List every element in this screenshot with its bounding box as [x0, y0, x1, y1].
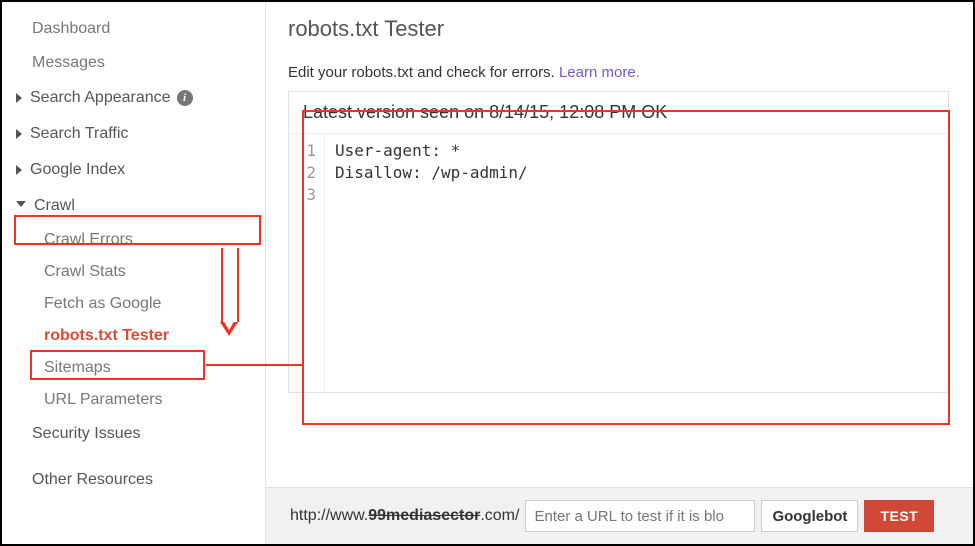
gutter-line: 2 [289, 162, 316, 184]
app-frame: Dashboard Messages Search Appearance i S… [0, 0, 975, 546]
code-content[interactable]: User-agent: *Disallow: /wp-admin/ [325, 134, 948, 392]
sidebar-cat-label: Search Appearance [30, 89, 171, 107]
code-editor[interactable]: 1 2 3 User-agent: *Disallow: /wp-admin/ [289, 134, 948, 392]
page-title: robots.txt Tester [288, 16, 949, 42]
caret-down-icon [16, 201, 26, 212]
code-line: Disallow: /wp-admin/ [335, 162, 938, 184]
sidebar-cat-label: Crawl [34, 197, 75, 215]
status-prefix: Latest version seen on [303, 102, 489, 122]
sidebar-cat-label: Search Traffic [30, 125, 128, 143]
editor-status-bar: Latest version seen on 8/14/15, 12:08 PM… [289, 92, 948, 134]
url-test-input[interactable] [525, 500, 755, 532]
sidebar-item-crawl-stats[interactable]: Crawl Stats [40, 256, 265, 288]
sidebar-cat-google-index[interactable]: Google Index [12, 152, 265, 188]
sidebar-item-sitemaps[interactable]: Sitemaps [40, 352, 265, 384]
sidebar-item-robots-tester[interactable]: robots.txt Tester [40, 320, 265, 352]
test-bar: http://www.99mediasector.com/ Googlebot … [266, 487, 973, 544]
url-redacted: 99mediasector [368, 507, 480, 524]
page-description: Edit your robots.txt and check for error… [288, 64, 949, 81]
caret-right-icon [16, 165, 22, 175]
sidebar-cat-crawl[interactable]: Crawl [12, 188, 265, 224]
status-ok: OK [636, 102, 667, 122]
sidebar: Dashboard Messages Search Appearance i S… [2, 2, 266, 544]
sidebar-cat-label: Google Index [30, 161, 125, 179]
learn-more-link[interactable]: Learn more. [559, 64, 640, 81]
gutter-line: 3 [289, 184, 316, 206]
test-button[interactable]: TEST [864, 500, 934, 532]
crawl-submenu: Crawl Errors Crawl Stats Fetch as Google… [12, 224, 265, 416]
sidebar-item-security-issues[interactable]: Security Issues [12, 416, 265, 452]
caret-right-icon [16, 93, 22, 103]
sidebar-cat-search-appearance[interactable]: Search Appearance i [12, 80, 265, 116]
sidebar-item-messages[interactable]: Messages [12, 46, 265, 80]
sidebar-item-url-parameters[interactable]: URL Parameters [40, 384, 265, 416]
gutter-line: 1 [289, 140, 316, 162]
main-content: robots.txt Tester Edit your robots.txt a… [266, 2, 973, 544]
info-icon: i [177, 90, 193, 106]
sidebar-item-label: Security Issues [32, 425, 140, 443]
sidebar-item-dashboard[interactable]: Dashboard [12, 12, 265, 46]
caret-right-icon [16, 129, 22, 139]
code-line: User-agent: * [335, 140, 938, 162]
line-gutter: 1 2 3 [289, 134, 325, 392]
sidebar-item-label: Other Resources [32, 471, 153, 489]
robots-editor: Latest version seen on 8/14/15, 12:08 PM… [288, 91, 949, 393]
sidebar-item-crawl-errors[interactable]: Crawl Errors [40, 224, 265, 256]
bot-dropdown[interactable]: Googlebot [761, 500, 858, 532]
desc-text: Edit your robots.txt and check for error… [288, 64, 559, 81]
status-date: 8/14/15, 12:08 PM [489, 102, 636, 122]
sidebar-item-fetch-as-google[interactable]: Fetch as Google [40, 288, 265, 320]
sidebar-item-other-resources[interactable]: Other Resources [12, 462, 265, 498]
sidebar-cat-search-traffic[interactable]: Search Traffic [12, 116, 265, 152]
url-prefix: http://www.99mediasector.com/ [290, 507, 519, 525]
